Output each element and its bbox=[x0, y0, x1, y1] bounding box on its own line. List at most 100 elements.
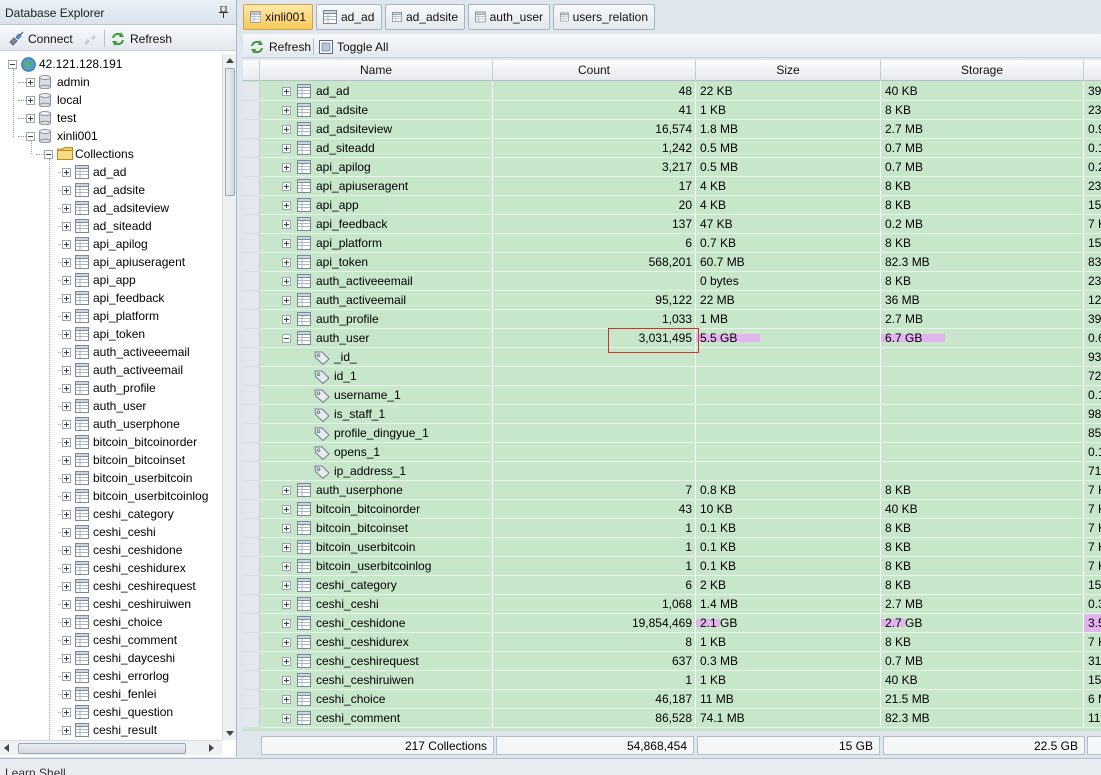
expand-icon[interactable] bbox=[62, 330, 71, 339]
expand-icon[interactable] bbox=[282, 239, 291, 248]
expand-icon[interactable] bbox=[62, 204, 71, 213]
expand-icon[interactable] bbox=[282, 695, 291, 704]
table-row[interactable]: api_apilog 3,217 0.5 MB 0.7 MB 0.2 bbox=[243, 158, 1101, 177]
expand-icon[interactable] bbox=[62, 384, 71, 393]
expand-icon[interactable] bbox=[282, 524, 291, 533]
expand-icon[interactable] bbox=[62, 438, 71, 447]
column-header-size[interactable]: Size bbox=[696, 60, 881, 81]
table-row[interactable]: ad_adsiteview 16,574 1.8 MB 2.7 MB 0.9 bbox=[243, 120, 1101, 139]
tree-collection-ceshi_result[interactable]: ceshi_result bbox=[0, 721, 222, 739]
disconnect-button[interactable] bbox=[82, 29, 98, 48]
expand-icon[interactable] bbox=[62, 294, 71, 303]
table-row[interactable]: ceshi_ceshi 1,068 1.4 MB 2.7 MB 0.3 bbox=[243, 595, 1101, 614]
expand-icon[interactable] bbox=[282, 315, 291, 324]
tree-collection-api_platform[interactable]: api_platform bbox=[0, 307, 222, 325]
expand-icon[interactable] bbox=[282, 486, 291, 495]
table-row[interactable]: bitcoin_userbitcoinlog 1 0.1 KB 8 KB 7 K bbox=[243, 557, 1101, 576]
expand-icon[interactable] bbox=[26, 114, 35, 123]
table-row[interactable]: bitcoin_userbitcoin 1 0.1 KB 8 KB 7 K bbox=[243, 538, 1101, 557]
index-row[interactable]: id_1 72 bbox=[243, 367, 1101, 386]
expand-icon[interactable] bbox=[26, 78, 35, 87]
expand-icon[interactable] bbox=[62, 528, 71, 537]
index-row[interactable]: profile_dingyue_1 85 bbox=[243, 424, 1101, 443]
tree-collection-ad_ad[interactable]: ad_ad bbox=[0, 163, 222, 181]
tree-collection-api_apilog[interactable]: api_apilog bbox=[0, 235, 222, 253]
expand-icon[interactable] bbox=[62, 222, 71, 231]
tree-collection-auth_profile[interactable]: auth_profile bbox=[0, 379, 222, 397]
expand-icon[interactable] bbox=[282, 258, 291, 267]
expand-icon[interactable] bbox=[62, 690, 71, 699]
expand-icon[interactable] bbox=[62, 510, 71, 519]
pin-icon[interactable] bbox=[219, 6, 228, 18]
tree-collection-ad_adsite[interactable]: ad_adsite bbox=[0, 181, 222, 199]
expand-icon[interactable] bbox=[282, 144, 291, 153]
refresh-button[interactable]: Refresh bbox=[249, 37, 311, 56]
expand-icon[interactable] bbox=[282, 581, 291, 590]
expand-icon[interactable] bbox=[62, 312, 71, 321]
tab-xinli001[interactable]: xinli001 bbox=[243, 4, 313, 30]
tree-collection-auth_userphone[interactable]: auth_userphone bbox=[0, 415, 222, 433]
index-row[interactable]: opens_1 0.1 bbox=[243, 443, 1101, 462]
tree-database-admin[interactable]: admin bbox=[0, 73, 222, 91]
expand-icon[interactable] bbox=[62, 258, 71, 267]
tree-collection-bitcoin_userbitcoin[interactable]: bitcoin_userbitcoin bbox=[0, 469, 222, 487]
table-row[interactable]: ceshi_ceshidurex 8 1 KB 8 KB 7 K bbox=[243, 633, 1101, 652]
table-row[interactable]: auth_profile 1,033 1 MB 2.7 MB 39 bbox=[243, 310, 1101, 329]
table-row[interactable]: ceshi_choice 46,187 11 MB 21.5 MB 6 M bbox=[243, 690, 1101, 709]
tree-horizontal-scrollbar[interactable] bbox=[0, 740, 222, 755]
tree-collection-api_token[interactable]: api_token bbox=[0, 325, 222, 343]
table-row[interactable]: ad_siteadd 1,242 0.5 MB 0.7 MB 0.1 bbox=[243, 139, 1101, 158]
column-header-name[interactable]: Name bbox=[260, 60, 493, 81]
tree-collection-ceshi_question[interactable]: ceshi_question bbox=[0, 703, 222, 721]
expand-icon[interactable] bbox=[62, 276, 71, 285]
collapse-icon[interactable] bbox=[26, 132, 35, 141]
tab-ad-adsite[interactable]: ad_adsite bbox=[385, 4, 465, 30]
table-row[interactable]: ceshi_ceshirequest 637 0.3 MB 0.7 MB 31 bbox=[243, 652, 1101, 671]
expand-icon[interactable] bbox=[62, 726, 71, 735]
expand-icon[interactable] bbox=[282, 182, 291, 191]
expand-icon[interactable] bbox=[62, 366, 71, 375]
collapse-icon[interactable] bbox=[44, 150, 53, 159]
expand-icon[interactable] bbox=[62, 348, 71, 357]
tree-collection-bitcoin_bitcoinset[interactable]: bitcoin_bitcoinset bbox=[0, 451, 222, 469]
expand-icon[interactable] bbox=[282, 638, 291, 647]
tree-database-xinli001[interactable]: xinli001 bbox=[0, 127, 222, 145]
expand-icon[interactable] bbox=[282, 296, 291, 305]
expand-icon[interactable] bbox=[62, 240, 71, 249]
table-row[interactable]: api_apiuseragent 17 4 KB 8 KB 23 bbox=[243, 177, 1101, 196]
tree-collection-ceshi_errorlog[interactable]: ceshi_errorlog bbox=[0, 667, 222, 685]
expand-icon[interactable] bbox=[282, 562, 291, 571]
table-row[interactable]: ad_adsite 41 1 KB 8 KB 23 bbox=[243, 101, 1101, 120]
expand-icon[interactable] bbox=[282, 676, 291, 685]
expand-icon[interactable] bbox=[62, 600, 71, 609]
expand-icon[interactable] bbox=[62, 168, 71, 177]
expand-icon[interactable] bbox=[282, 277, 291, 286]
scroll-down-icon[interactable] bbox=[226, 731, 234, 736]
table-row[interactable]: ceshi_ceshidone 19,854,469 2.1 GB 2.7 GB 3.5 bbox=[243, 614, 1101, 633]
expand-icon[interactable] bbox=[62, 618, 71, 627]
column-header-storage[interactable]: Storage bbox=[881, 60, 1084, 81]
tree-collection-api_feedback[interactable]: api_feedback bbox=[0, 289, 222, 307]
expand-icon[interactable] bbox=[282, 106, 291, 115]
tree-collection-ceshi_category[interactable]: ceshi_category bbox=[0, 505, 222, 523]
table-row[interactable]: auth_activeeemail 0 bytes 8 KB 23 bbox=[243, 272, 1101, 291]
tree-database-test[interactable]: test bbox=[0, 109, 222, 127]
expand-icon[interactable] bbox=[282, 163, 291, 172]
tree-hscroll-thumb[interactable] bbox=[18, 743, 186, 754]
expand-icon[interactable] bbox=[282, 220, 291, 229]
expand-icon[interactable] bbox=[282, 714, 291, 723]
connect-button[interactable]: Connect bbox=[8, 29, 73, 48]
tree-collections-folder[interactable]: Collections bbox=[0, 145, 222, 163]
tab-ad-ad[interactable]: ad_ad bbox=[316, 4, 382, 30]
expand-icon[interactable] bbox=[62, 420, 71, 429]
table-row[interactable]: api_platform 6 0.7 KB 8 KB 15 bbox=[243, 234, 1101, 253]
tree-collection-auth_user[interactable]: auth_user bbox=[0, 397, 222, 415]
index-row[interactable]: ip_address_1 71 bbox=[243, 462, 1101, 481]
scroll-up-icon[interactable] bbox=[226, 58, 234, 63]
tree-collection-auth_activeeemail[interactable]: auth_activeeemail bbox=[0, 343, 222, 361]
tree-server-node[interactable]: 42.121.128.191 bbox=[0, 55, 222, 73]
scroll-right-icon[interactable] bbox=[209, 744, 214, 752]
scroll-left-icon[interactable] bbox=[4, 744, 9, 752]
tree-collection-bitcoin_bitcoinorder[interactable]: bitcoin_bitcoinorder bbox=[0, 433, 222, 451]
tab-users-relation[interactable]: users_relation bbox=[553, 4, 655, 30]
